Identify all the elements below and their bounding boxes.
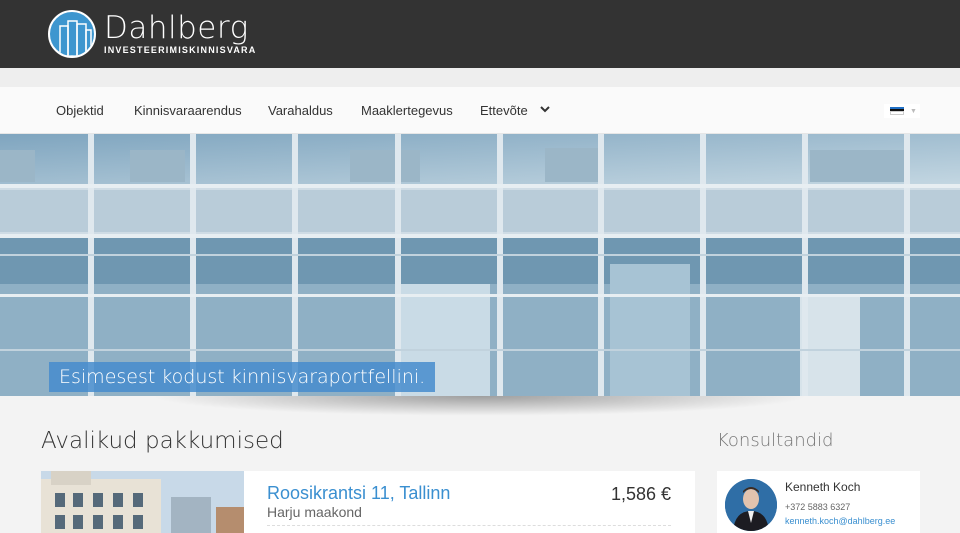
chevron-down-icon[interactable] (540, 104, 550, 117)
brand-name: Dahlberg (104, 10, 249, 46)
listing-photo[interactable] (41, 471, 244, 533)
building-facade-image (0, 134, 960, 396)
site-header: Dahlberg INVESTEERIMISKINNISVARA (0, 0, 960, 68)
listing-divider (267, 525, 671, 526)
nav-item-objektid[interactable]: Objektid (56, 87, 104, 134)
nav-item-kinnisvaraarendus[interactable]: Kinnisvaraarendus (134, 87, 242, 134)
listing-card[interactable]: Roosikrantsi 11, Tallinn Harju maakond 1… (41, 471, 695, 533)
hero-banner (0, 134, 960, 396)
consultant-card: Kenneth Koch +372 5883 6327 kenneth.koch… (717, 471, 920, 533)
listing-price: 1,586 € (610, 484, 671, 504)
hero-caption: Esimesest kodust kinnisvaraportfellini. (49, 362, 436, 392)
nav-item-ettevote[interactable]: Ettevõte (480, 87, 528, 134)
hero-shadow (150, 396, 810, 416)
header-spacer (0, 68, 960, 87)
consultant-name: Kenneth Koch (785, 480, 861, 494)
language-selector[interactable]: ▼ (884, 104, 920, 118)
main-nav: Objektid Kinnisvaraarendus Varahaldus Ma… (0, 87, 960, 134)
listing-county: Harju maakond (267, 504, 362, 520)
brand-tagline: INVESTEERIMISKINNISVARA (104, 45, 257, 55)
consultant-email[interactable]: kenneth.koch@dahlberg.ee (785, 516, 895, 526)
nav-item-maaklertegevus[interactable]: Maaklertegevus (361, 87, 453, 134)
avatar (725, 479, 777, 531)
caret-down-icon: ▼ (910, 107, 917, 115)
estonian-flag-icon (890, 106, 904, 116)
offers-title: Avalikud pakkumised (41, 428, 284, 454)
logo[interactable]: Dahlberg INVESTEERIMISKINNISVARA (48, 10, 256, 58)
buildings-circle-logo-icon (48, 10, 96, 58)
consultants-title: Konsultandid (717, 430, 834, 451)
listing-title[interactable]: Roosikrantsi 11, Tallinn (267, 483, 450, 504)
nav-item-varahaldus[interactable]: Varahaldus (268, 87, 333, 134)
consultant-phone[interactable]: +372 5883 6327 (785, 502, 850, 512)
